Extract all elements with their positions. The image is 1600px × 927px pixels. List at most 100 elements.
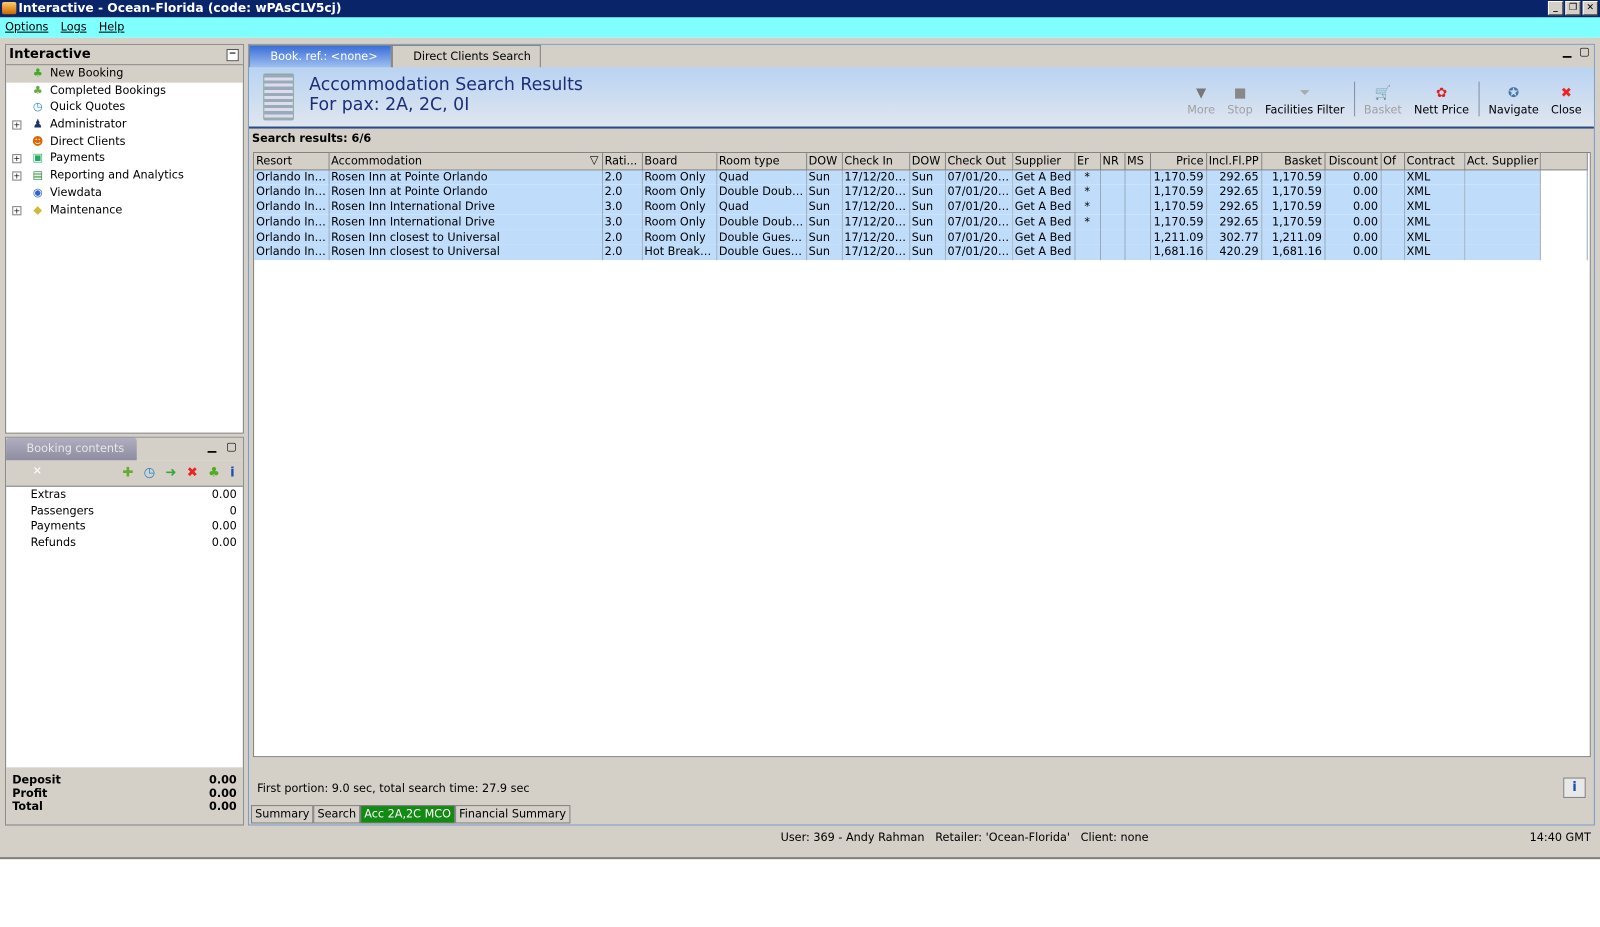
- table-row[interactable]: Orlando Int... Rosen Inn at Pointe Orland…: [254, 184, 1588, 200]
- tab-booking-ref[interactable]: Book. ref.: <none> ✕: [248, 44, 392, 86]
- cell-nr: [1099, 229, 1125, 245]
- column-header-basket[interactable]: Basket: [1261, 153, 1325, 170]
- cell-er: *: [1074, 214, 1101, 230]
- column-header-contract[interactable]: Contract: [1404, 153, 1465, 170]
- stop-button[interactable]: ■ Stop: [1221, 85, 1259, 117]
- cell-supplier: Get A Bed: [1012, 169, 1075, 185]
- cell-resort: Orlando Int...: [254, 169, 330, 185]
- table-row[interactable]: Orlando Int... Rosen Inn at Pointe Orland…: [254, 169, 1588, 185]
- column-header-nr[interactable]: NR: [1099, 153, 1125, 170]
- table-row[interactable]: Orlando Int... Rosen Inn closest to Unive…: [254, 229, 1588, 245]
- menu-options[interactable]: Options: [5, 17, 48, 37]
- minimize-doc-button[interactable]: ▁: [1563, 45, 1572, 58]
- cell-act-supplier: [1464, 244, 1541, 260]
- cell-of: [1380, 229, 1405, 245]
- add-icon[interactable]: ✚: [122, 465, 133, 480]
- cart-arrow-icon[interactable]: ➜: [165, 465, 176, 480]
- user-info: User: 369 - Andy Rahman Retailer: 'Ocean…: [780, 830, 1149, 844]
- minimize-panel-button[interactable]: ▁: [208, 440, 217, 453]
- nav-item-new-booking[interactable]: ♣ New Booking: [6, 65, 243, 83]
- column-header-discount[interactable]: Discount: [1324, 153, 1382, 170]
- cell-act-supplier: [1464, 169, 1541, 185]
- cell-filler: [1539, 244, 1588, 260]
- column-header-of[interactable]: Of: [1380, 153, 1405, 170]
- expand-icon[interactable]: +: [12, 171, 22, 181]
- bottom-tab-financial-summary[interactable]: Financial Summary: [455, 805, 571, 824]
- row-value: 0.00: [211, 535, 237, 550]
- cell-contract: XML: [1404, 169, 1465, 185]
- nav-item-direct-clients[interactable]: ☻ Direct Clients: [6, 133, 243, 150]
- menu-logs[interactable]: Logs: [61, 17, 87, 37]
- cell-price: 1,170.59: [1149, 184, 1207, 200]
- nav-item-payments[interactable]: + ▣ Payments: [6, 150, 243, 167]
- search-results-count: Search results: 6/6: [252, 131, 372, 145]
- tab-direct-clients-search[interactable]: Direct Clients Search: [391, 44, 541, 68]
- cell-check-out: 07/01/2018: [944, 199, 1013, 215]
- column-header-room-type[interactable]: Room type: [716, 153, 807, 170]
- close-button[interactable]: ✖ Close: [1545, 85, 1588, 117]
- facilities-filter-button[interactable]: ⏷ Facilities Filter: [1259, 85, 1351, 117]
- column-header-rati[interactable]: Rati...: [602, 153, 643, 170]
- maximize-doc-button[interactable]: ▢: [1579, 45, 1590, 58]
- column-header-resort[interactable]: Resort: [254, 153, 330, 170]
- clock-icon[interactable]: ◷: [144, 465, 156, 480]
- restore-button[interactable]: ❐: [1565, 1, 1581, 16]
- cell-filler: [1539, 199, 1588, 215]
- cell-price: 1,170.59: [1149, 169, 1207, 185]
- expand-icon[interactable]: +: [12, 154, 22, 164]
- table-row[interactable]: Orlando Int... Rosen Inn International Dr…: [254, 214, 1588, 230]
- basket-button[interactable]: 🛒 Basket: [1358, 85, 1408, 117]
- row-label: Refunds: [30, 535, 76, 550]
- bottom-tab-summary[interactable]: Summary: [251, 805, 314, 824]
- column-header-ms[interactable]: MS: [1124, 153, 1151, 170]
- cell-dow: Sun: [806, 169, 843, 185]
- cell-of: [1380, 169, 1405, 185]
- building-icon: [263, 73, 294, 121]
- nav-item-reporting-and-analytics[interactable]: + ▤ Reporting and Analytics: [6, 167, 243, 184]
- maximize-panel-button[interactable]: ▢: [226, 440, 237, 453]
- column-header-act-supplier[interactable]: Act. Supplier: [1464, 153, 1541, 170]
- nav-item-quick-quotes[interactable]: ◷ Quick Quotes: [6, 99, 243, 116]
- table-row[interactable]: Orlando Int... Rosen Inn International Dr…: [254, 199, 1588, 215]
- info-icon[interactable]: i: [230, 465, 235, 480]
- nett-price-button[interactable]: ✿ Nett Price: [1408, 85, 1475, 117]
- palm-icon[interactable]: ♣: [208, 465, 220, 480]
- column-header-supplier[interactable]: Supplier: [1012, 153, 1075, 170]
- column-header-check-out[interactable]: Check Out: [944, 153, 1013, 170]
- nav-item-viewdata[interactable]: ◉ Viewdata: [6, 185, 243, 202]
- bottom-tab-search[interactable]: Search: [313, 805, 361, 824]
- cell-discount: 0.00: [1324, 199, 1382, 215]
- delete-icon[interactable]: ✖: [187, 465, 198, 480]
- column-header-incl-fl-pp[interactable]: Incl.Fl.PP: [1206, 153, 1262, 170]
- column-header-er[interactable]: Er: [1074, 153, 1101, 170]
- column-header-price[interactable]: Price: [1149, 153, 1207, 170]
- expand-icon[interactable]: +: [12, 120, 22, 130]
- total-row: Deposit 0.00: [12, 773, 236, 786]
- minimize-button[interactable]: _: [1547, 1, 1564, 16]
- collapse-button[interactable]: −: [226, 48, 239, 62]
- table-row[interactable]: Orlando Int... Rosen Inn closest to Unive…: [254, 244, 1588, 260]
- nav-item-administrator[interactable]: + ♟ Administrator: [6, 116, 243, 133]
- booking-contents-tab[interactable]: Booking contents ✕: [6, 437, 137, 478]
- button-label: Close: [1551, 103, 1582, 117]
- cell-price: 1,681.16: [1149, 244, 1207, 260]
- cell-board: Room Only: [641, 199, 717, 215]
- more-button[interactable]: ▼ More: [1181, 85, 1221, 117]
- info-button[interactable]: i: [1563, 777, 1586, 798]
- navigate-button[interactable]: ✪ Navigate: [1482, 85, 1545, 117]
- expand-icon[interactable]: +: [12, 205, 22, 215]
- filter-icon[interactable]: ▽: [590, 153, 599, 166]
- column-header-board[interactable]: Board: [641, 153, 717, 170]
- button-label: Nett Price: [1414, 103, 1470, 117]
- cell-room-type: Double Guest ...: [716, 244, 807, 260]
- nav-item-completed-bookings[interactable]: ♣ Completed Bookings: [6, 82, 243, 99]
- close-icon[interactable]: ✕: [33, 464, 42, 477]
- close-window-button[interactable]: ✕: [1582, 1, 1598, 16]
- menu-help[interactable]: Help: [99, 17, 125, 37]
- nav-item-maintenance[interactable]: + ◆ Maintenance: [6, 202, 243, 219]
- column-header-accommodation[interactable]: Accommodation ▽: [328, 153, 603, 170]
- column-header-check-in[interactable]: Check In: [841, 153, 910, 170]
- column-header-dow[interactable]: DOW: [806, 153, 843, 170]
- bottom-tab-acc-2a-2c-mco[interactable]: Acc 2A,2C MCO: [360, 805, 456, 824]
- column-header-dow[interactable]: DOW: [909, 153, 946, 170]
